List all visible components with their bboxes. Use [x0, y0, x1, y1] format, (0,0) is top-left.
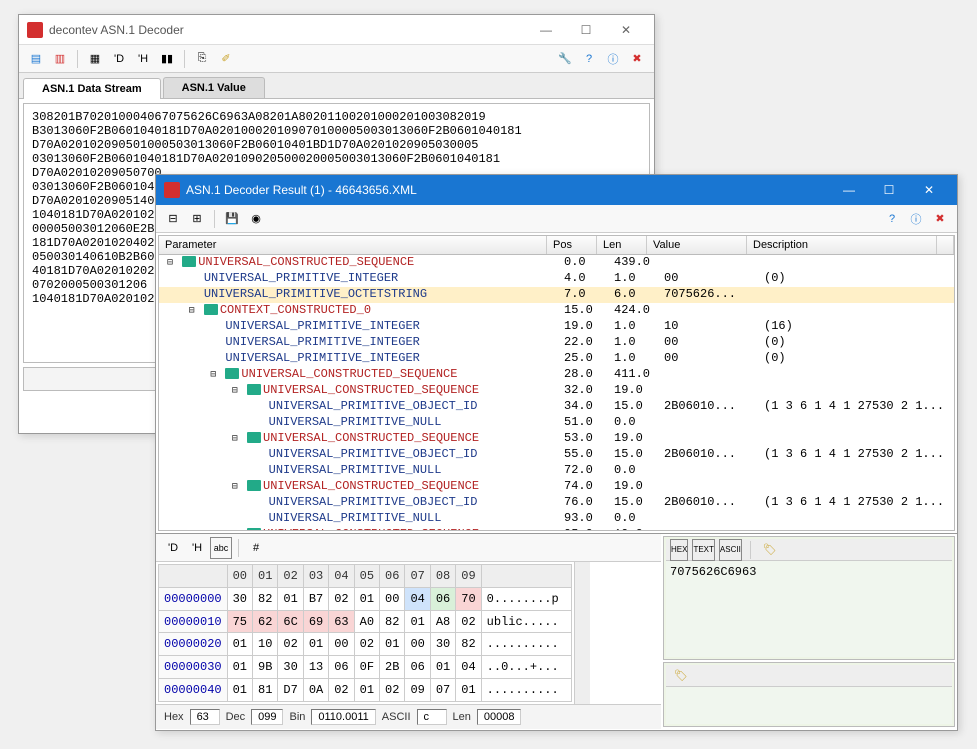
tree-row[interactable]: ⊟ UNIVERSAL_CONSTRUCTED_SEQUENCE28.0411.…: [159, 367, 954, 383]
abc-mode-icon[interactable]: abc: [210, 537, 232, 559]
close-button[interactable]: ✕: [909, 180, 949, 200]
tree-row[interactable]: UNIVERSAL_PRIMITIVE_OBJECT_ID55.015.02B0…: [159, 447, 954, 463]
tree-row[interactable]: ⊟ UNIVERSAL_CONSTRUCTED_SEQUENCE95.019.0: [159, 527, 954, 530]
col-scroll-gap: [937, 236, 954, 254]
help-icon[interactable]: ?: [578, 48, 600, 70]
wrench-icon[interactable]: 🔧: [554, 48, 576, 70]
status-bin-label: Bin: [289, 711, 305, 723]
refresh-icon[interactable]: ◉: [245, 208, 267, 230]
col-pos[interactable]: Pos: [547, 236, 597, 254]
status-len-value: 00008: [477, 709, 522, 725]
status-bin-value: 0110.0011: [311, 709, 375, 725]
collapse-tree-icon[interactable]: ⊞: [186, 208, 208, 230]
info-icon[interactable]: ⓘ: [905, 208, 927, 230]
tree-row[interactable]: UNIVERSAL_PRIMITIVE_NULL93.00.0: [159, 511, 954, 527]
info-icon[interactable]: ⓘ: [602, 48, 624, 70]
save-icon[interactable]: 💾: [221, 208, 243, 230]
tag-icon[interactable]: 🏷: [759, 539, 781, 561]
minimize-button[interactable]: —: [526, 20, 566, 40]
tag-icon[interactable]: 🏷: [670, 665, 692, 687]
tree-row[interactable]: ⊟ UNIVERSAL_CONSTRUCTED_SEQUENCE74.019.0: [159, 479, 954, 495]
tree-row[interactable]: UNIVERSAL_PRIMITIVE_OCTETSTRING7.06.0707…: [159, 287, 954, 303]
result-window-title: ASN.1 Decoder Result (1) - 46643656.XML: [186, 183, 829, 197]
main-toolbar: ▤ ▥ ▦ 'D 'H ▮▮ ⎘ ✐ 🔧 ? ⓘ ✖: [19, 45, 654, 73]
status-dec-label: Dec: [226, 711, 246, 723]
col-value[interactable]: Value: [647, 236, 747, 254]
tree-row[interactable]: UNIVERSAL_PRIMITIVE_OBJECT_ID34.015.02B0…: [159, 399, 954, 415]
maximize-button[interactable]: ☐: [869, 180, 909, 200]
app-icon: [27, 22, 43, 38]
hex-scrollbar[interactable]: [574, 562, 590, 704]
tree-row[interactable]: UNIVERSAL_PRIMITIVE_INTEGER25.01.000(0): [159, 351, 954, 367]
expand-tree-icon[interactable]: ⊟: [162, 208, 184, 230]
status-ascii-label: ASCII: [382, 711, 411, 723]
hex-toolbar: 'D 'H abc #: [156, 534, 661, 562]
tree-row[interactable]: UNIVERSAL_PRIMITIVE_OBJECT_ID76.015.02B0…: [159, 495, 954, 511]
col-description[interactable]: Description: [747, 236, 937, 254]
copy-icon[interactable]: ⎘: [191, 48, 213, 70]
desc-pane-body[interactable]: [666, 687, 952, 724]
layout1-icon[interactable]: ▤: [25, 48, 47, 70]
tree-row[interactable]: ⊟ UNIVERSAL_CONSTRUCTED_SEQUENCE32.019.0: [159, 383, 954, 399]
tree-row[interactable]: ⊟ CONTEXT_CONSTRUCTED_015.0424.0: [159, 303, 954, 319]
d-mode-icon[interactable]: 'D: [108, 48, 130, 70]
grid-icon[interactable]: #: [245, 537, 267, 559]
layout2-icon[interactable]: ▥: [49, 48, 71, 70]
status-bar: Hex 63 Dec 099 Bin 0110.0011 ASCII c Len…: [156, 704, 661, 729]
desc-pane-header: 🏷: [666, 665, 952, 687]
ascii-view-icon[interactable]: ASCII: [719, 539, 742, 561]
grid-icon[interactable]: ▦: [84, 48, 106, 70]
h-mode-icon[interactable]: 'H: [186, 537, 208, 559]
status-len-label: Len: [453, 711, 471, 723]
right-pane-header: HEX TEXT ASCII 🏷: [666, 539, 952, 561]
value-hex-pane[interactable]: 7075626C6963: [666, 561, 952, 657]
minimize-button[interactable]: —: [829, 180, 869, 200]
tree-row[interactable]: UNIVERSAL_PRIMITIVE_INTEGER22.01.000(0): [159, 335, 954, 351]
tree-row[interactable]: UNIVERSAL_PRIMITIVE_INTEGER4.01.000(0): [159, 271, 954, 287]
h-mode-icon[interactable]: 'H: [132, 48, 154, 70]
tree-row[interactable]: ⊟ UNIVERSAL_CONSTRUCTED_SEQUENCE0.0439.0: [159, 255, 954, 271]
status-hex-value: 63: [190, 709, 220, 725]
col-parameter[interactable]: Parameter: [159, 236, 547, 254]
close-x-icon[interactable]: ✖: [929, 208, 951, 230]
brush-icon[interactable]: ✐: [215, 48, 237, 70]
tree-row[interactable]: UNIVERSAL_PRIMITIVE_NULL51.00.0: [159, 415, 954, 431]
result-toolbar: ⊟ ⊞ 💾 ◉ ? ⓘ ✖: [156, 205, 957, 233]
tree-row[interactable]: UNIVERSAL_PRIMITIVE_INTEGER19.01.010(16): [159, 319, 954, 335]
maximize-button[interactable]: ☐: [566, 20, 606, 40]
col-len[interactable]: Len: [597, 236, 647, 254]
tree-row[interactable]: UNIVERSAL_PRIMITIVE_NULL72.00.0: [159, 463, 954, 479]
status-hex-label: Hex: [164, 711, 184, 723]
tree-row[interactable]: ⊟ UNIVERSAL_CONSTRUCTED_SEQUENCE53.019.0: [159, 431, 954, 447]
status-dec-value: 099: [251, 709, 283, 725]
help-icon[interactable]: ?: [881, 208, 903, 230]
hex-view-icon[interactable]: HEX: [670, 539, 688, 561]
d-mode-icon[interactable]: 'D: [162, 537, 184, 559]
tab-asn1-value[interactable]: ASN.1 Value: [163, 77, 265, 98]
close-x-icon[interactable]: ✖: [626, 48, 648, 70]
hex-grid[interactable]: 0001020304050607080900000000308201B70201…: [158, 564, 572, 702]
window-title: decontev ASN.1 Decoder: [49, 23, 526, 37]
tree-view[interactable]: Parameter Pos Len Value Description ⊟ UN…: [158, 235, 955, 531]
app-icon: [164, 182, 180, 198]
close-button[interactable]: ✕: [606, 20, 646, 40]
barcode-icon[interactable]: ▮▮: [156, 48, 178, 70]
text-view-icon[interactable]: TEXT: [692, 539, 714, 561]
status-ascii-value: c: [417, 709, 447, 725]
tab-data-stream[interactable]: ASN.1 Data Stream: [23, 78, 161, 99]
